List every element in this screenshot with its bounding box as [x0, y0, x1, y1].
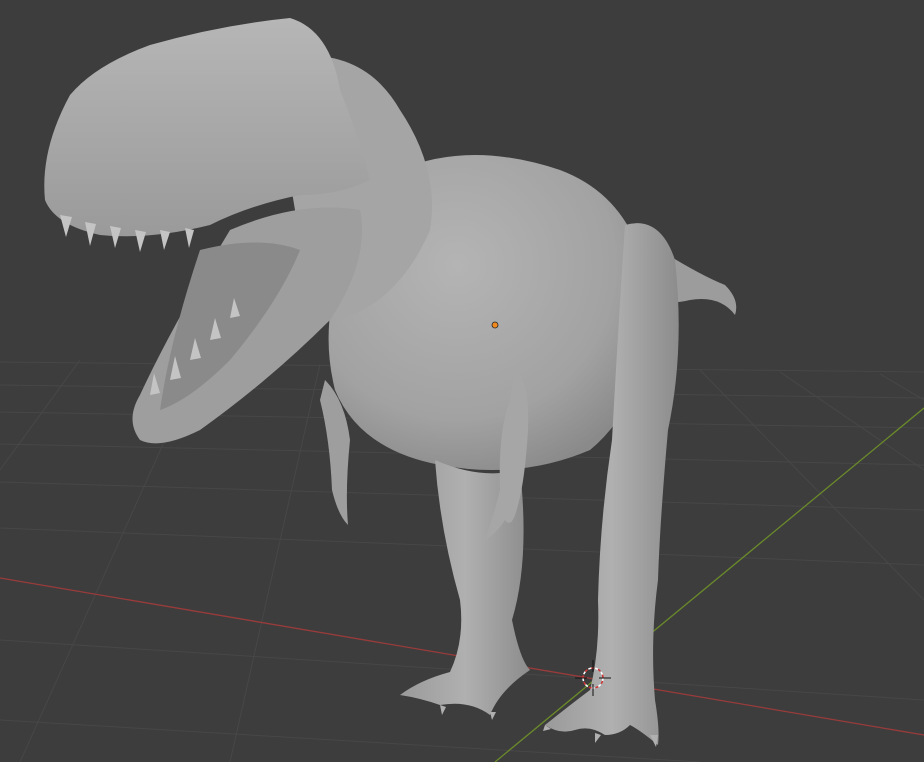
viewport-canvas[interactable] — [0, 0, 924, 762]
t-rex-model[interactable] — [44, 18, 737, 747]
3d-viewport[interactable] — [0, 0, 924, 762]
y-axis-line — [494, 407, 924, 762]
object-origin-dot[interactable] — [491, 321, 499, 329]
